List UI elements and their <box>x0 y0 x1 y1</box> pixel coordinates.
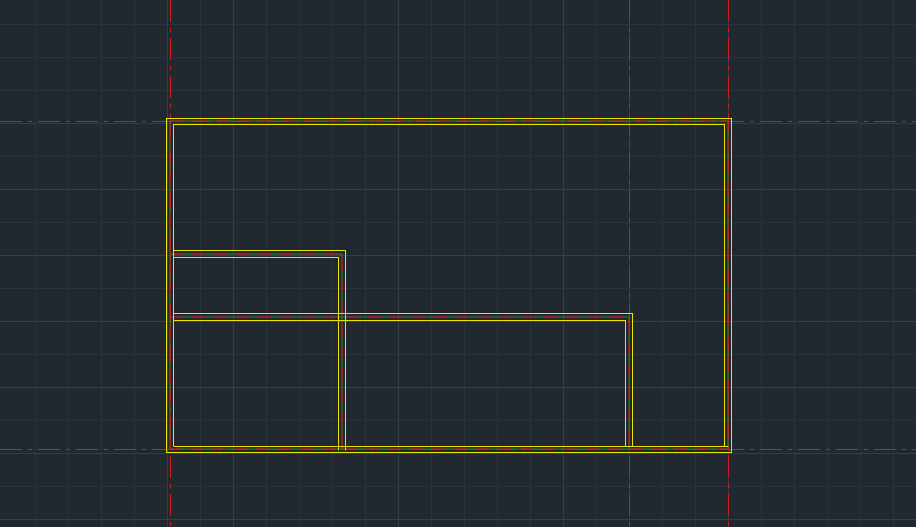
drawing-svg[interactable] <box>0 0 916 527</box>
canvas-background <box>0 0 916 527</box>
drawing-canvas[interactable] <box>0 0 916 527</box>
